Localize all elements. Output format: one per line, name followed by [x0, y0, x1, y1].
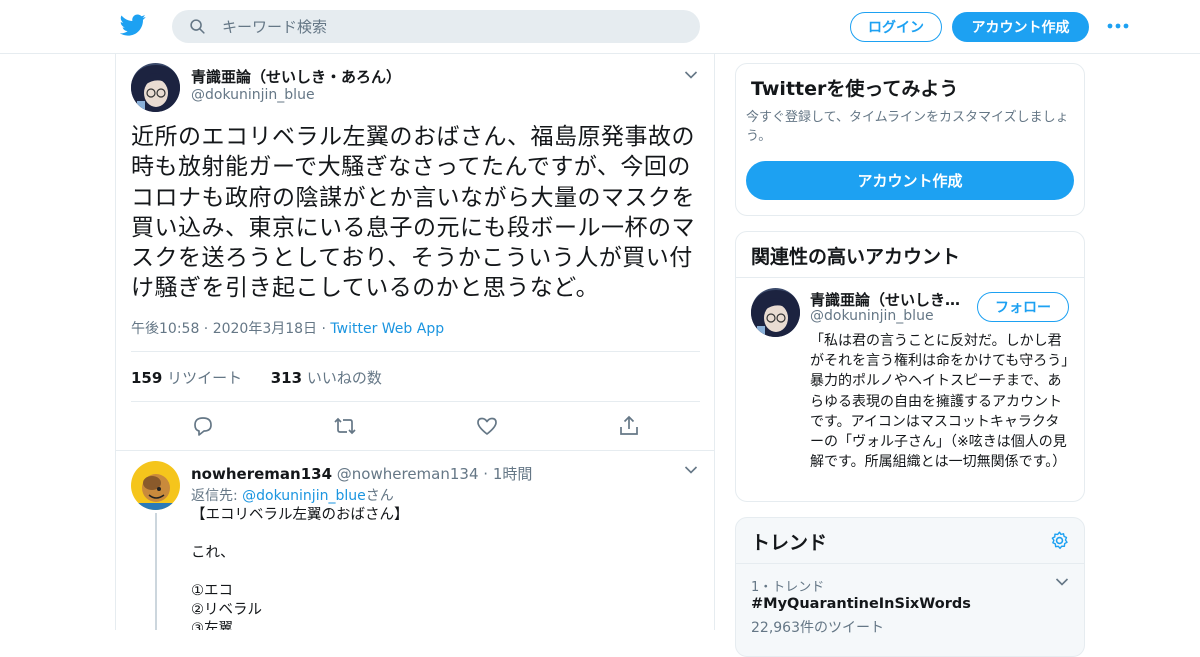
likes-label[interactable]: いいねの数 [307, 369, 382, 387]
related-account-name[interactable]: 青識亜論（せいしき・あろん） [810, 289, 968, 310]
related-account-handle[interactable]: @dokuninjin_blue [810, 308, 934, 324]
twitter-bird-icon[interactable] [120, 12, 146, 38]
avatar[interactable] [751, 288, 800, 337]
reply-text: 【エコリベラル左翼のおばさん】 これ、 ①エコ ②リベラル ③左翼 [191, 507, 409, 630]
signup-card-description: 今すぐ登録して、タイムラインをカスタマイズしましょう。 [746, 110, 1069, 144]
signup-card-title: Twitterを使ってみよう [751, 78, 959, 100]
login-button[interactable]: ログイン [850, 12, 942, 42]
divider [131, 401, 700, 402]
reply-author-name[interactable]: nowhereman134 [191, 465, 332, 483]
meta-separator: · [317, 321, 331, 337]
reply-time[interactable]: 1時間 [493, 465, 533, 483]
tweet-stats: 159 リツイート 313 いいねの数 [131, 367, 382, 388]
main-tweet: 青識亜論（せいしき・あろん） @dokuninjin_blue 近所のエコリベラ… [116, 54, 714, 451]
chevron-down-icon[interactable] [1055, 577, 1069, 587]
trend-meta: 1・トレンド [751, 580, 825, 595]
tweet-app-link[interactable]: Twitter Web App [330, 321, 444, 337]
trend-name[interactable]: #MyQuarantineInSixWords [751, 596, 971, 612]
retweets-label[interactable]: リツイート [167, 369, 242, 387]
divider [736, 277, 1084, 278]
share-icon[interactable] [617, 414, 641, 438]
reply-to-link[interactable]: @dokuninjin_blue [242, 488, 366, 504]
tweet-author-handle[interactable]: @dokuninjin_blue [191, 87, 315, 103]
reply-icon[interactable] [191, 414, 215, 438]
chevron-down-icon[interactable] [684, 70, 698, 80]
signup-button[interactable]: アカウント作成 [952, 12, 1089, 42]
related-title: 関連性の高いアカウント [751, 246, 961, 268]
tweet-text: 近所のエコリベラル左翼のおばさん、福島原発事故の時も放射能ガーで大騒ぎなさってた… [131, 124, 695, 302]
retweet-icon[interactable] [333, 414, 357, 438]
thread-line [155, 513, 157, 630]
reply-to-suffix: さん [365, 488, 394, 504]
search-box[interactable] [172, 10, 700, 43]
reply-author-handle[interactable]: @nowhereman134 [337, 465, 479, 483]
timeline-column: 青識亜論（せいしき・あろん） @dokuninjin_blue 近所のエコリベラ… [115, 54, 715, 630]
create-account-button[interactable]: アカウント作成 [746, 161, 1074, 200]
trends-title: トレンド [751, 532, 828, 554]
reply-to-label: 返信先: [191, 488, 243, 504]
reply-tweet: nowhereman134 @nowhereman134 · 1時間 返信先: … [116, 451, 714, 630]
divider [131, 351, 700, 352]
gear-icon[interactable] [1049, 530, 1070, 551]
tweet-author-name[interactable]: 青識亜論（せいしき・あろん） [191, 66, 401, 87]
heart-icon[interactable] [475, 414, 499, 438]
avatar[interactable] [131, 461, 180, 510]
search-icon [190, 19, 205, 34]
avatar[interactable] [131, 63, 180, 112]
top-bar: ログイン アカウント作成 [0, 0, 1200, 54]
tweet-time[interactable]: 午後10:58 · 2020年3月18日 [131, 321, 317, 337]
reply-to: 返信先: @dokuninjin_blueさん [191, 485, 394, 505]
related-account-bio: 「私は君の言うことに反対だ。しかし君がそれを言う権利は命をかけても守ろう」暴力的… [810, 333, 1069, 471]
tweet-actions [116, 414, 714, 438]
retweets-count[interactable]: 159 [131, 369, 162, 387]
reply-header: nowhereman134 @nowhereman134 · 1時間 [191, 463, 532, 484]
search-input[interactable] [222, 10, 682, 43]
divider [736, 563, 1084, 564]
tweet-timestamp[interactable]: 午後10:58 · 2020年3月18日 · Twitter Web App [131, 318, 444, 338]
signup-card: Twitterを使ってみよう 今すぐ登録して、タイムラインをカスタマイズしましょ… [735, 63, 1085, 216]
likes-count[interactable]: 313 [271, 369, 302, 387]
more-dots-icon[interactable] [1106, 19, 1130, 33]
meta-separator: · [478, 465, 493, 483]
follow-button[interactable]: フォロー [977, 292, 1069, 322]
trends-card: トレンド 1・トレンド #MyQuarantineInSixWords 22,9… [735, 517, 1085, 657]
chevron-down-icon[interactable] [684, 465, 698, 475]
related-accounts-card: 関連性の高いアカウント 青識亜論（せいしき・あろん） @dokuninjin_b… [735, 231, 1085, 502]
trend-tweet-count: 22,963件のツイート [751, 620, 884, 636]
